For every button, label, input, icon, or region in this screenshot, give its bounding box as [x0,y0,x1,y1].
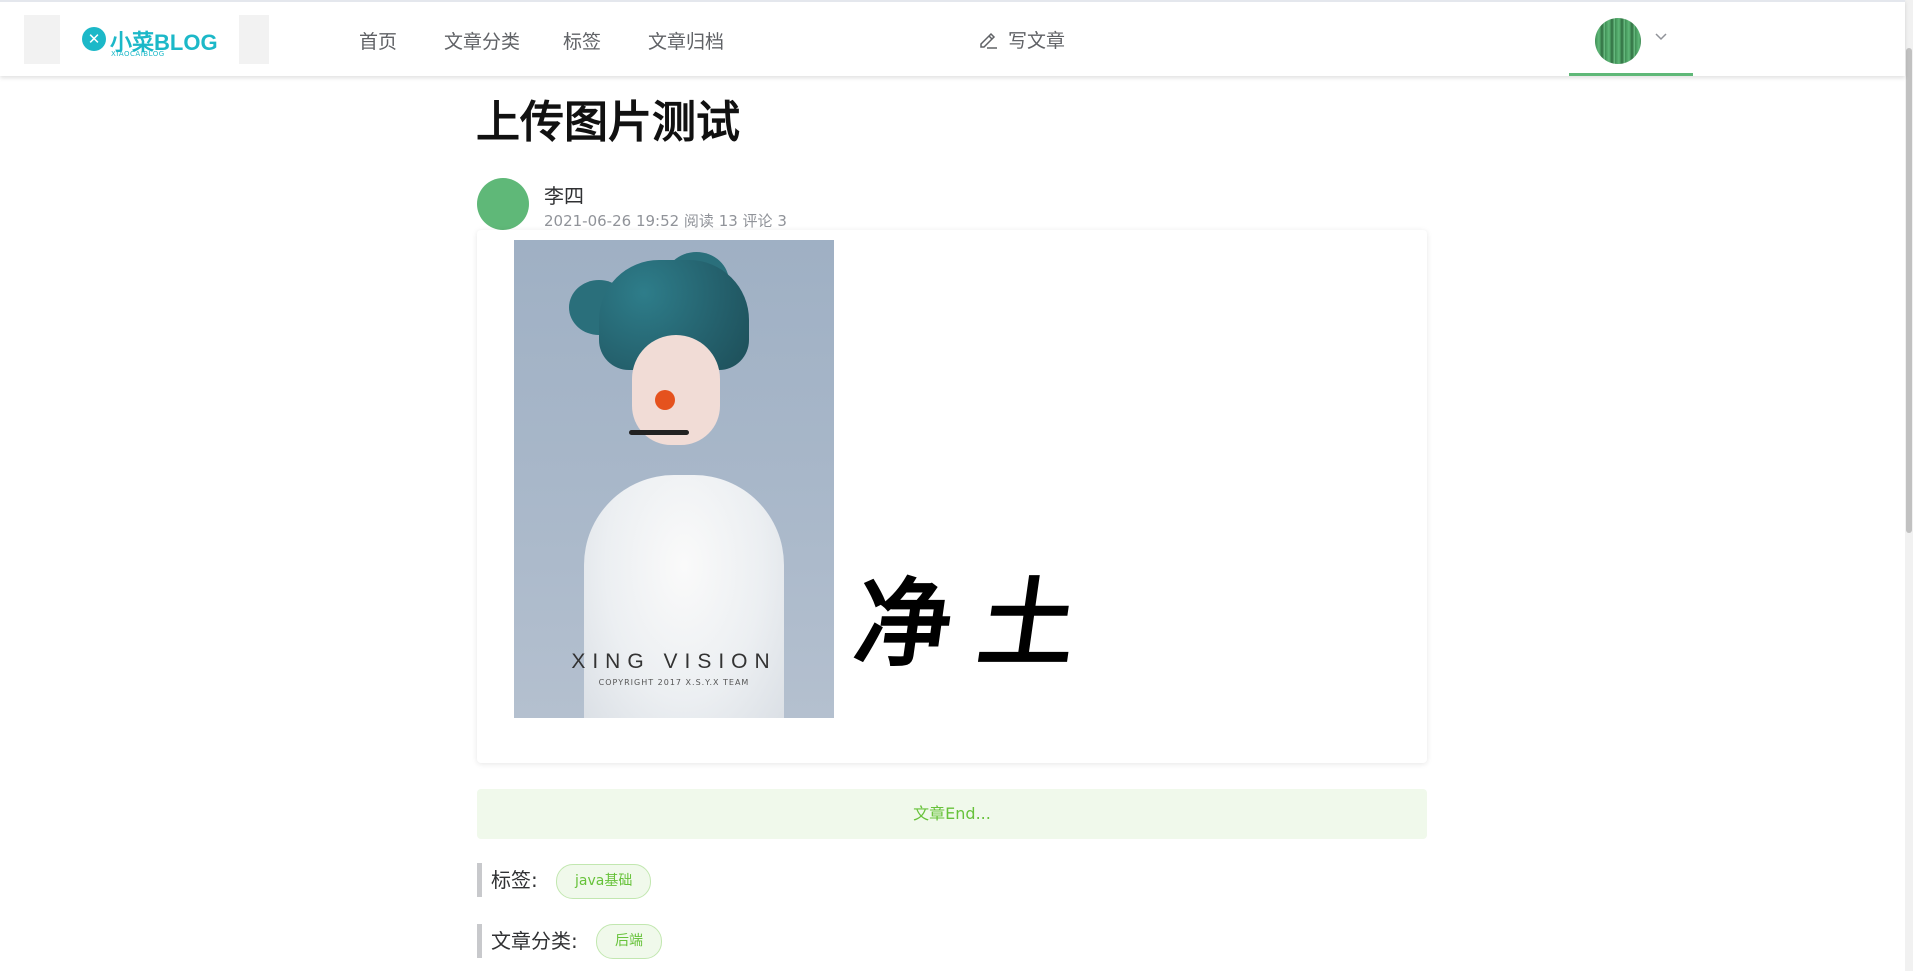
nav-categories[interactable]: 文章分类 [444,27,520,54]
nav-home[interactable]: 首页 [359,27,397,54]
logo-subtext: XIAOCAIBLOG [111,50,165,58]
calligraphy-image: 净土 [847,566,1112,680]
article-image: XING VISION COPYRIGHT 2017 X.S.Y.X TEAM [514,240,834,718]
image-copyright: COPYRIGHT 2017 X.S.Y.X TEAM [598,678,750,687]
nav-tags[interactable]: 标签 [563,27,601,54]
pencil-icon [980,32,997,49]
logo-mark-icon: ✕ [82,27,106,51]
image-caption: XING VISION [571,650,777,673]
scrollbar-thumb[interactable] [1906,48,1912,533]
user-avatar [1595,18,1641,64]
article-title: 上传图片测试 [476,97,740,148]
user-menu[interactable] [1569,2,1693,76]
photo-detail [629,430,689,435]
category-label: 文章分类: [477,924,578,958]
top-navbar: ✕ 小菜BLOG XIAOCAIBLOG 首页 文章分类 标签 文章归档 写文章 [0,0,1905,76]
category-chip[interactable]: 后端 [596,924,662,959]
article-meta: 2021-06-26 19:52 阅读 13 评论 3 [544,212,787,230]
author-avatar[interactable] [477,178,529,230]
tag-chip[interactable]: java基础 [556,864,652,899]
author-name[interactable]: 李四 [544,180,584,209]
chevron-down-icon [1655,33,1667,41]
article-end-notice: 文章End... [477,789,1427,839]
tags-label: 标签: [477,863,538,897]
write-article-label: 写文章 [1008,29,1066,52]
nav-archive[interactable]: 文章归档 [648,27,724,54]
article-content: XING VISION COPYRIGHT 2017 X.S.Y.X TEAM … [477,230,1427,763]
site-logo[interactable]: ✕ 小菜BLOG XIAOCAIBLOG [24,15,269,64]
photo-detail [632,335,720,445]
page-scrollbar[interactable] [1905,0,1913,971]
write-article-button[interactable]: 写文章 [978,24,1065,54]
photo-detail [655,390,675,410]
